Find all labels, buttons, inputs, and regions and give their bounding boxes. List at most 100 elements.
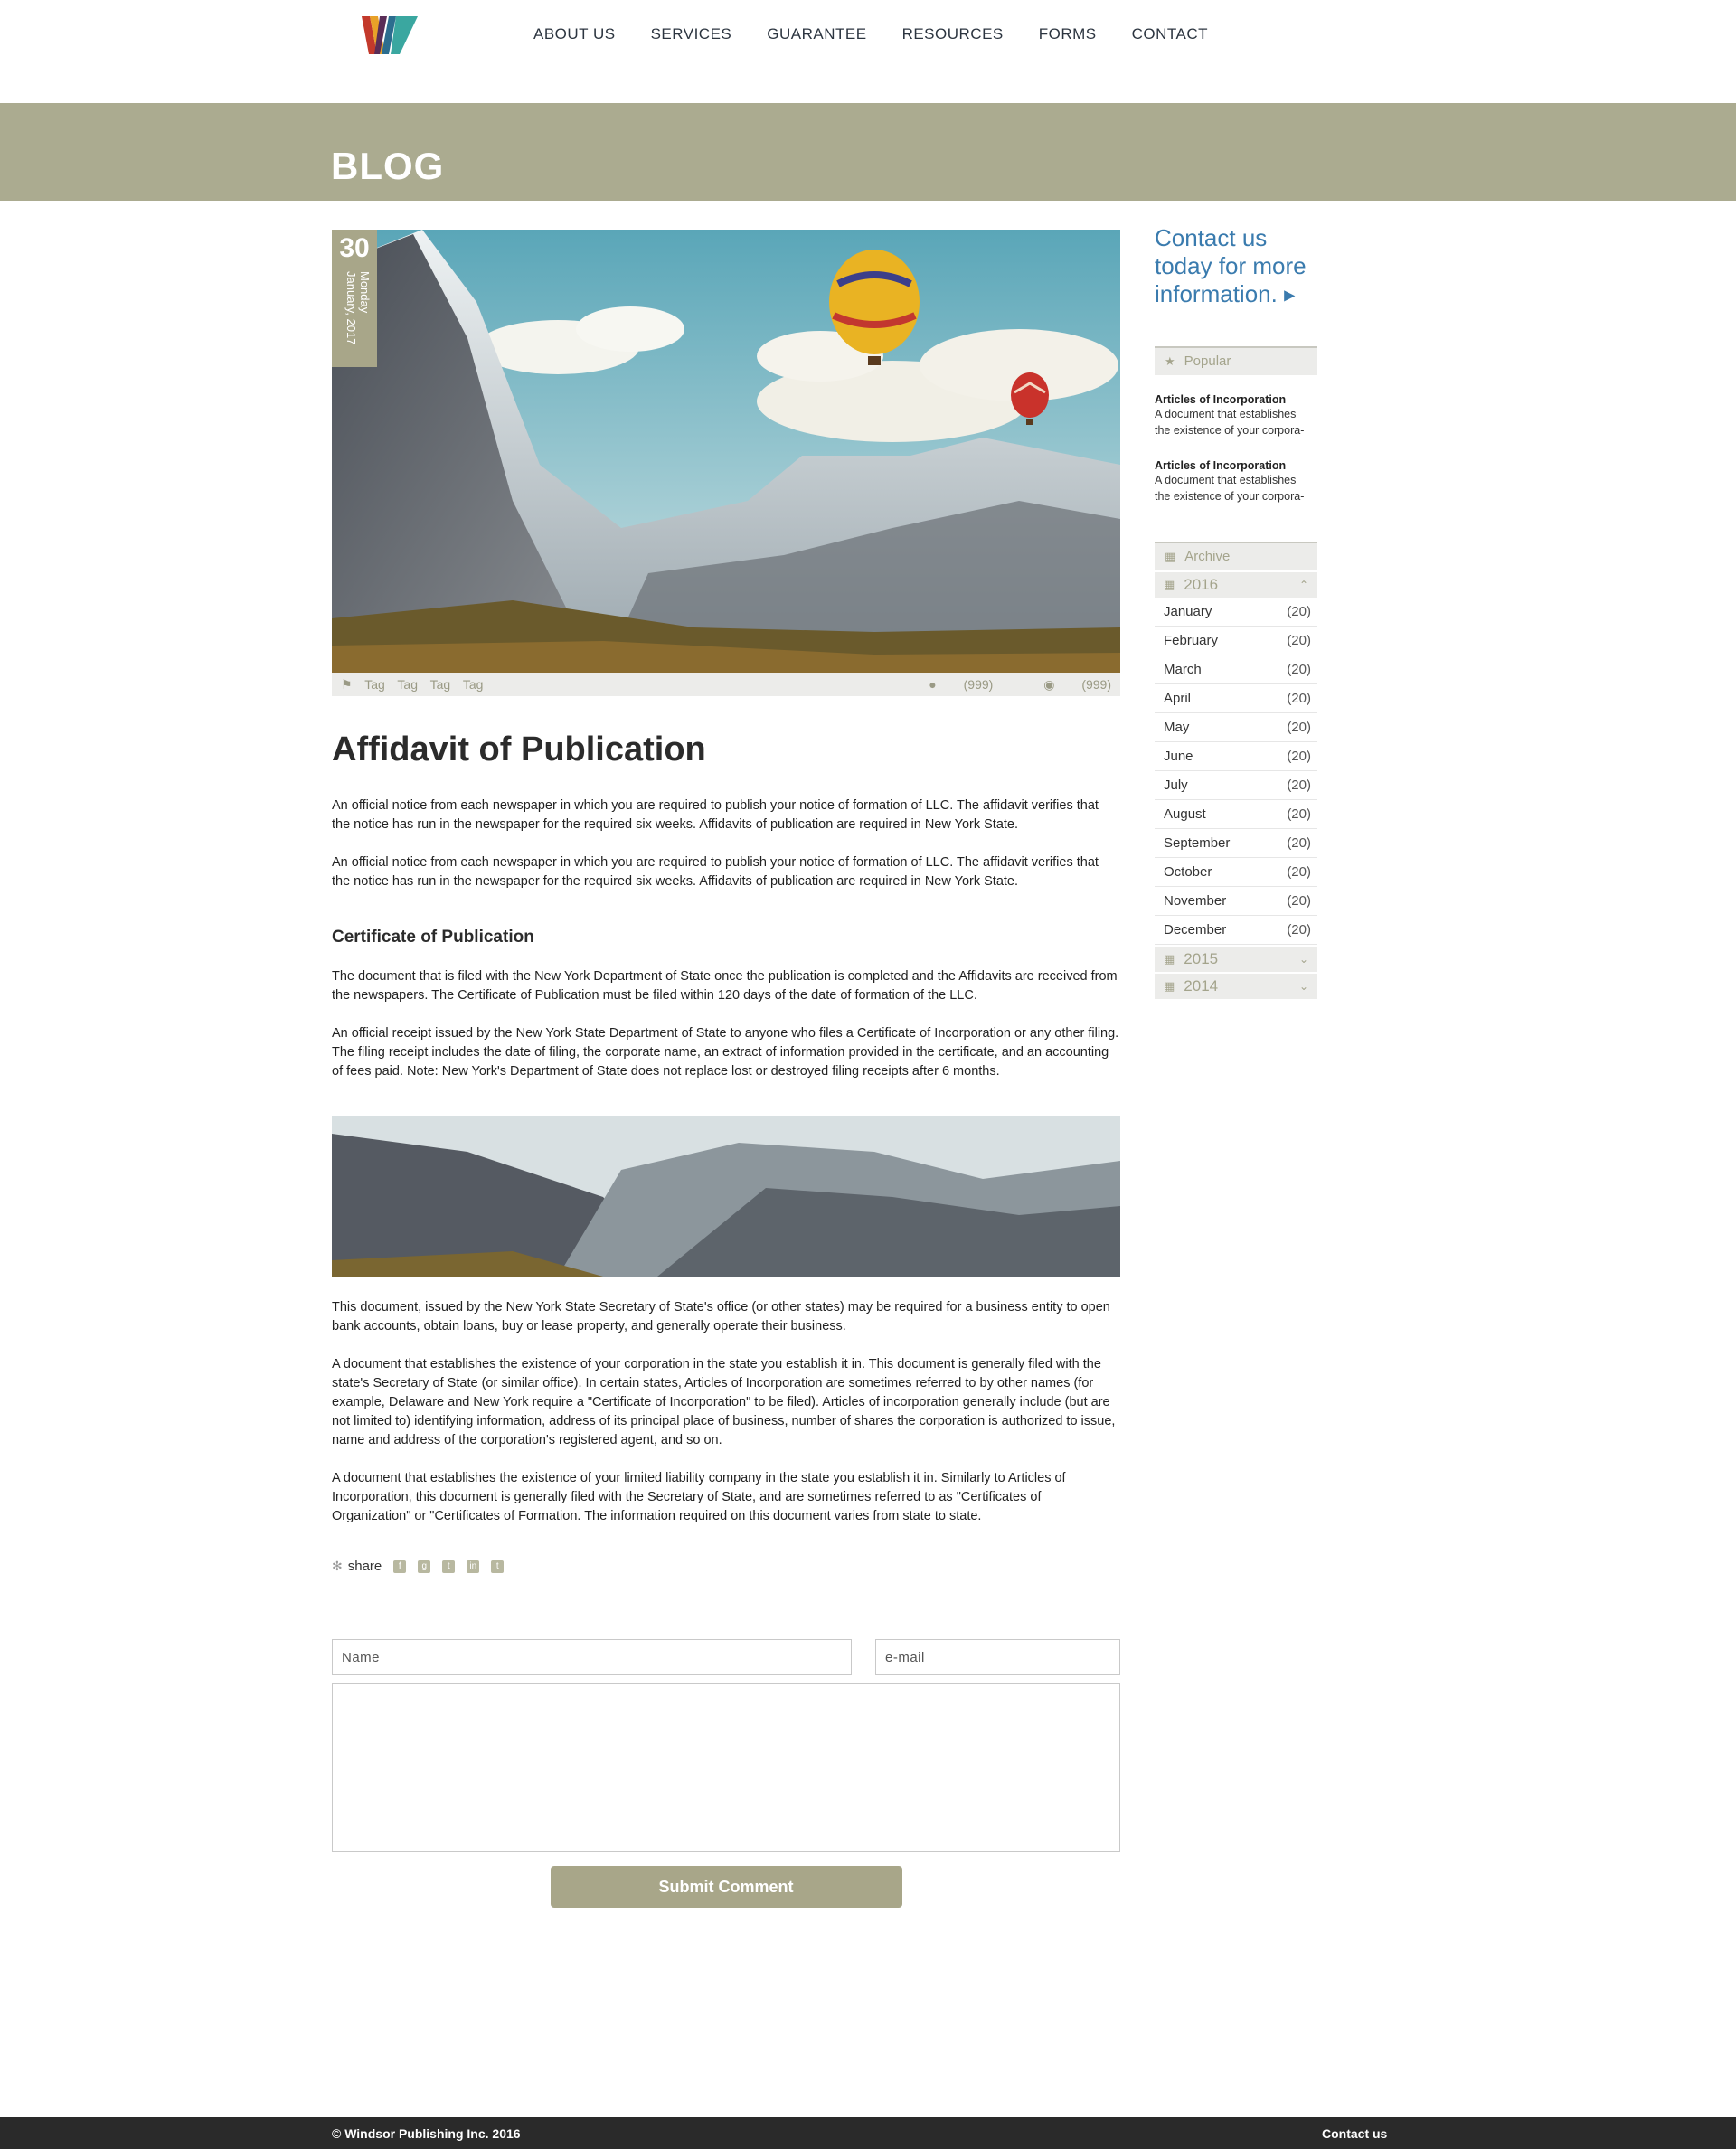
name-input[interactable]: Name — [332, 1639, 852, 1675]
archive-year-2015[interactable]: ▦ 2015 ⌄ — [1155, 946, 1317, 972]
cta-line: Contact us — [1155, 224, 1268, 251]
nav-forms[interactable]: FORMS — [1039, 25, 1097, 43]
month-name: September — [1164, 834, 1231, 851]
tumblr-icon[interactable]: t — [491, 1560, 505, 1573]
views-count: ◉ (999) — [1020, 677, 1111, 692]
cta-line: information. — [1155, 280, 1278, 307]
hero-image: 30 Monday January, 2017 — [332, 230, 1120, 673]
views-value: (999) — [1081, 676, 1111, 692]
popular-item[interactable]: Articles of Incorporation A document tha… — [1155, 448, 1317, 514]
month-count: (20) — [1287, 603, 1311, 619]
windsor-logo[interactable] — [362, 16, 418, 54]
tag-link[interactable]: Tag — [430, 677, 451, 692]
email-input[interactable]: e-mail — [875, 1639, 1120, 1675]
archive-label: Archive — [1184, 549, 1231, 565]
post-paragraph: An official notice from each newspaper i… — [332, 855, 1099, 889]
month-count: (20) — [1287, 748, 1311, 764]
archive-month[interactable]: May (20) — [1155, 713, 1317, 742]
blog-post: 30 Monday January, 2017 ⚑ Tag Tag Tag Ta… — [332, 230, 1120, 1908]
calendar-icon: ▦ — [1164, 978, 1175, 993]
archive-month[interactable]: August (20) — [1155, 800, 1317, 829]
page-banner: BLOG — [0, 103, 1736, 201]
calendar-icon: ▦ — [1164, 577, 1175, 591]
page-title: BLOG — [331, 145, 445, 187]
archive-month-list: January (20) February (20) March (20) April… — [1155, 598, 1317, 945]
chevron-down-icon: ⌄ — [1298, 952, 1308, 966]
comments-value: (999) — [963, 676, 994, 692]
comments-count[interactable]: ● (999) — [905, 677, 993, 692]
sidebar: Contact us today for more information. ▶… — [1155, 224, 1317, 999]
post-date-vertical: Monday January, 2017 — [344, 271, 372, 344]
month-count: (20) — [1287, 661, 1311, 677]
post-paragraph: A document that establishes the existenc… — [332, 1357, 1116, 1447]
arrow-right-icon: ▶ — [1284, 287, 1296, 304]
month-count: (20) — [1287, 719, 1311, 735]
post-stats: ● (999) ◉ (999) — [882, 677, 1111, 693]
comment-textarea[interactable] — [332, 1683, 1120, 1852]
eye-icon: ◉ — [1043, 676, 1055, 692]
facebook-icon[interactable]: f — [393, 1560, 407, 1573]
archive-year-2016[interactable]: ▦ 2016 ⌃ — [1155, 571, 1317, 598]
tag-link[interactable]: Tag — [364, 677, 385, 692]
archive-month[interactable]: July (20) — [1155, 771, 1317, 800]
post-paragraph: This document, issued by the New York St… — [332, 1300, 1110, 1334]
archive-year-2014[interactable]: ▦ 2014 ⌄ — [1155, 973, 1317, 999]
archive-month[interactable]: April (20) — [1155, 684, 1317, 713]
footer-contact-link[interactable]: Contact us — [1322, 2126, 1387, 2141]
archive-month[interactable]: September (20) — [1155, 829, 1317, 858]
year-label: 2014 — [1184, 976, 1219, 994]
archive-icon: ▦ — [1165, 549, 1176, 563]
nav-resources[interactable]: RESOURCES — [902, 25, 1004, 43]
contact-cta-link[interactable]: Contact us today for more information. ▶ — [1155, 224, 1317, 310]
month-name: November — [1164, 892, 1227, 909]
mountain-photo — [332, 1116, 1120, 1277]
chevron-up-icon: ⌃ — [1298, 578, 1308, 591]
post-paragraph: A document that establishes the existenc… — [332, 1471, 1066, 1523]
archive-month[interactable]: October (20) — [1155, 858, 1317, 887]
twitter-icon[interactable]: t — [442, 1560, 456, 1573]
month-name: April — [1164, 690, 1192, 706]
post-paragraph: An official notice from each newspaper i… — [332, 798, 1099, 832]
calendar-icon: ▦ — [1164, 951, 1175, 966]
archive-month[interactable]: June (20) — [1155, 742, 1317, 771]
tag-link[interactable]: Tag — [463, 677, 484, 692]
nav-guarantee[interactable]: GUARANTEE — [767, 25, 866, 43]
nav-services[interactable]: SERVICES — [651, 25, 732, 43]
month-count: (20) — [1287, 690, 1311, 706]
google-plus-icon[interactable]: g — [418, 1560, 431, 1573]
chevron-down-icon: ⌄ — [1298, 979, 1308, 993]
nav-contact[interactable]: CONTACT — [1132, 25, 1208, 43]
archive-month[interactable]: January (20) — [1155, 598, 1317, 627]
post-day: 30 — [339, 233, 370, 263]
popular-item-title: Articles of Incorporation — [1155, 458, 1287, 472]
archive-month[interactable]: December (20) — [1155, 916, 1317, 945]
month-name: July — [1164, 777, 1188, 793]
popular-item[interactable]: Articles of Incorporation A document tha… — [1155, 375, 1317, 448]
month-name: August — [1164, 806, 1206, 822]
comment-icon: ● — [929, 676, 937, 692]
comment-form: Name e-mail Submit Comment — [332, 1639, 1120, 1908]
archive-month[interactable]: February (20) — [1155, 627, 1317, 655]
cta-line: today for more — [1155, 252, 1307, 279]
copyright: © Windsor Publishing Inc. 2016 — [332, 2126, 521, 2141]
submit-comment-button[interactable]: Submit Comment — [550, 1866, 902, 1908]
tag-list: ⚑ Tag Tag Tag Tag — [341, 677, 492, 693]
top-navigation-bar: ABOUT US SERVICES GUARANTEE RESOURCES FO… — [0, 0, 1736, 103]
popular-item-desc: A document that establishes — [1155, 407, 1297, 420]
month-name: January — [1164, 603, 1212, 619]
nav-about-us[interactable]: ABOUT US — [533, 25, 616, 43]
post-title: Affidavit of Publication — [332, 730, 706, 768]
linkedin-icon[interactable]: in — [467, 1560, 480, 1573]
archive-month[interactable]: March (20) — [1155, 655, 1317, 684]
tag-link[interactable]: Tag — [397, 677, 418, 692]
mountain-balloon-photo — [332, 230, 1120, 673]
share-bar: ✻ share f g t in t — [332, 1559, 1120, 1574]
month-count: (20) — [1287, 632, 1311, 648]
archive-month[interactable]: November (20) — [1155, 887, 1317, 916]
post-subheading: Certificate of Publication — [332, 928, 534, 947]
post-paragraph: An official receipt issued by the New Yo… — [332, 1026, 1119, 1079]
inline-image — [332, 1116, 1120, 1277]
year-label: 2016 — [1184, 575, 1219, 593]
month-name: October — [1164, 863, 1212, 880]
popular-item-desc: the existence of your corpora- — [1155, 423, 1305, 437]
